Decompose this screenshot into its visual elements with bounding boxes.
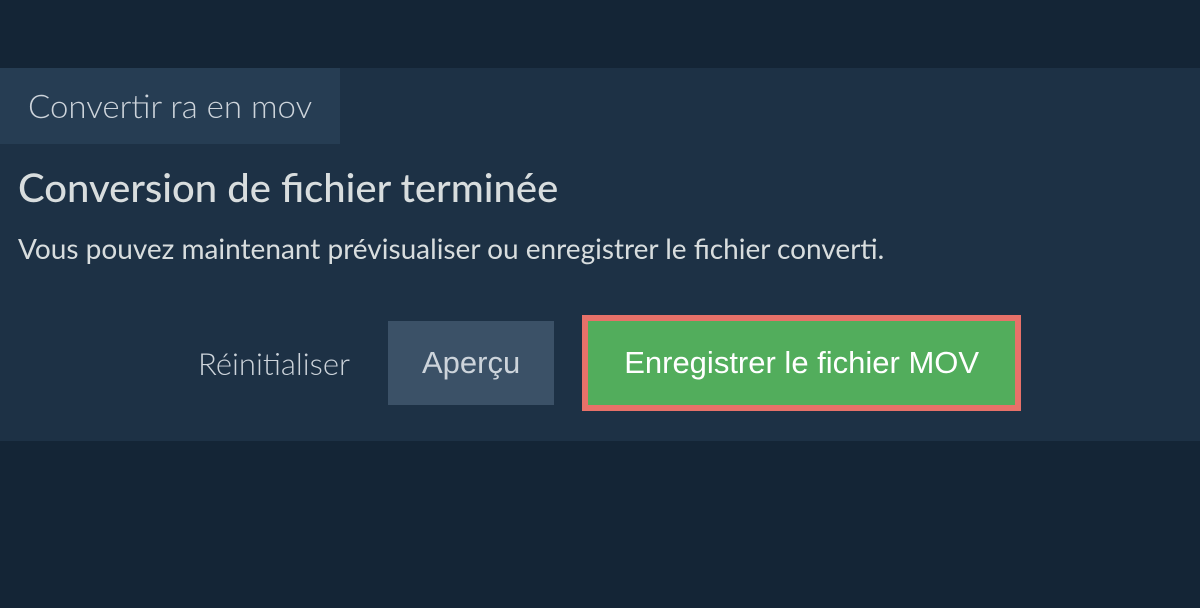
preview-button[interactable]: Aperçu bbox=[388, 321, 554, 405]
button-row: Réinitialiser Aperçu Enregistrer le fich… bbox=[18, 315, 1200, 411]
page-heading: Conversion de fichier terminée bbox=[18, 163, 1200, 211]
reset-link[interactable]: Réinitialiser bbox=[198, 344, 350, 382]
save-button[interactable]: Enregistrer le fichier MOV bbox=[582, 315, 1021, 411]
page-subtext: Vous pouvez maintenant prévisualiser ou … bbox=[18, 231, 1200, 265]
tab-label: Convertir ra en mov bbox=[28, 86, 312, 126]
tab-convert[interactable]: Convertir ra en mov bbox=[0, 68, 340, 144]
